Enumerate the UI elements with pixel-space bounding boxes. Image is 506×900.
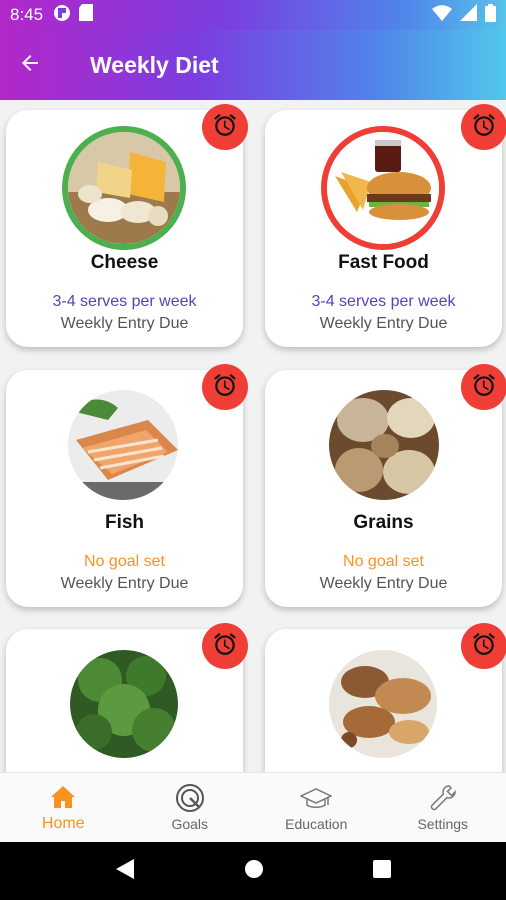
food-card-fish[interactable]: Fish No goal set Weekly Entry Due (6, 364, 248, 607)
fast-food-image (321, 126, 445, 250)
grains-image (329, 390, 439, 500)
entry-due-text: Weekly Entry Due (60, 575, 189, 592)
food-card-nuts[interactable] (265, 623, 506, 772)
goal-text: No goal set (343, 553, 424, 570)
nav-goals[interactable]: Goals (127, 773, 254, 842)
battery-icon (485, 3, 496, 27)
vegetables-image (70, 650, 178, 758)
reminder-button[interactable] (202, 104, 248, 150)
sd-card-icon (79, 4, 94, 26)
nav-education[interactable]: Education (253, 773, 380, 842)
alarm-clock-icon (471, 112, 497, 143)
nav-settings[interactable]: Settings (380, 773, 506, 842)
wifi-icon (432, 4, 452, 26)
goal-text: No goal set (84, 553, 165, 570)
reminder-button[interactable] (461, 364, 506, 410)
bottom-navigation: Home Goals Education Settings (0, 772, 506, 842)
food-card-cheese[interactable]: Cheese 3-4 serves per week Weekly Entry … (6, 104, 248, 347)
entry-due-text: Weekly Entry Due (319, 315, 448, 332)
graduation-cap-icon (300, 784, 333, 812)
nav-settings-label: Settings (417, 815, 469, 832)
nuts-image (329, 650, 437, 758)
food-grid: Cheese 3-4 serves per week Weekly Entry … (0, 100, 506, 772)
goal-text: 3-4 serves per week (52, 293, 197, 310)
home-circle-icon[interactable] (244, 859, 264, 884)
arrow-left-icon (18, 51, 42, 80)
food-name: Grains (353, 512, 414, 533)
food-name: Fish (104, 512, 145, 533)
alarm-clock-icon (212, 112, 238, 143)
entry-due-text: Weekly Entry Due (319, 575, 448, 592)
reminder-button[interactable] (461, 104, 506, 150)
recents-square-icon[interactable] (373, 859, 392, 883)
back-button[interactable] (0, 30, 60, 100)
reminder-button[interactable] (461, 623, 506, 669)
food-card-grains[interactable]: Grains No goal set Weekly Entry Due (265, 364, 506, 607)
back-triangle-icon[interactable] (115, 858, 135, 885)
entry-due-text: Weekly Entry Due (60, 315, 189, 332)
nav-education-label: Education (285, 815, 348, 832)
alarm-clock-icon (212, 372, 238, 403)
food-card-fast-food[interactable]: Fast Food 3-4 serves per week Weekly Ent… (265, 104, 506, 347)
page-title: Weekly Diet (90, 51, 219, 78)
app-notification-icon (53, 4, 71, 27)
reminder-button[interactable] (202, 364, 248, 410)
nav-goals-label: Goals (171, 815, 209, 832)
system-navigation-bar (0, 842, 506, 900)
target-icon (175, 783, 205, 812)
alarm-clock-icon (212, 631, 238, 662)
fish-image (68, 390, 178, 500)
cheese-image (62, 126, 186, 250)
nav-home-label: Home (41, 814, 85, 832)
nav-home[interactable]: Home (0, 773, 127, 842)
status-bar: 8:45 (0, 0, 506, 30)
food-name: Fast Food (338, 252, 429, 273)
food-name: Cheese (90, 252, 159, 273)
alarm-clock-icon (471, 372, 497, 403)
status-time: 8:45 (10, 5, 44, 24)
goal-text: 3-4 serves per week (311, 293, 456, 310)
home-icon (50, 783, 76, 811)
signal-icon (460, 4, 477, 26)
reminder-button[interactable] (202, 623, 248, 669)
app-bar: Weekly Diet (0, 30, 506, 100)
alarm-clock-icon (471, 631, 497, 662)
wrench-icon (429, 784, 457, 812)
food-card-vegetables[interactable] (6, 623, 248, 772)
